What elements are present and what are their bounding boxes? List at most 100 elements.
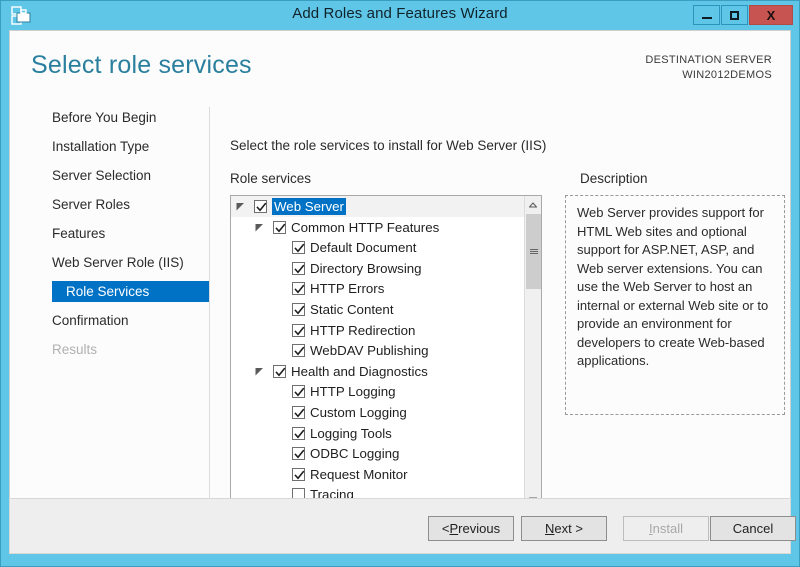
tree-viewport: Web Server Common HTTP Features Default Do… [231,196,525,508]
checkbox-checked[interactable] [292,344,305,357]
button-label: revious [458,521,500,536]
button-accelerator: P [450,521,459,536]
tree-row-label: Static Content [310,301,394,318]
client-area: Select role services DESTINATION SERVER … [9,30,791,554]
scroll-grip-icon [530,248,538,255]
tree-row-label: Health and Diagnostics [291,363,428,380]
destination-label: DESTINATION SERVER [645,53,772,68]
tree-row[interactable]: Directory Browsing [231,258,525,279]
sidebar-item-label: Results [52,342,97,357]
destination-server-name: WIN2012DEMOS [645,68,772,83]
minimize-button[interactable] [693,5,720,25]
sidebar-item-web-server-role-iis[interactable]: Web Server Role (IIS) [52,252,184,273]
main-pane: Select the role services to install for … [222,107,790,527]
button-label: ext > [554,521,583,536]
wizard-footer: < Previous Next > Install Cancel [9,498,791,554]
previous-button[interactable]: < Previous [428,516,514,541]
tree-vertical-scrollbar[interactable] [524,196,541,508]
sidebar-item-label: Confirmation [52,313,129,328]
checkbox-checked[interactable] [292,262,305,275]
cancel-button[interactable]: Cancel [710,516,796,541]
tree-row[interactable]: HTTP Errors [231,278,525,299]
sidebar-item-label: Features [52,226,105,241]
checkbox-checked[interactable] [292,406,305,419]
scroll-up-icon[interactable] [525,196,541,213]
checkbox-checked[interactable] [292,303,305,316]
tree-row[interactable]: Request Monitor [231,464,525,485]
tree-row[interactable]: ODBC Logging [231,443,525,464]
sidebar-item-before-you-begin[interactable]: Before You Begin [52,107,156,128]
description-text: Web Server provides support for HTML Web… [577,204,774,371]
button-label-pre: < [442,521,450,536]
tree-row[interactable]: Common HTTP Features [231,217,525,238]
sidebar-item-features[interactable]: Features [52,223,105,244]
tree-row[interactable]: Static Content [231,299,525,320]
tree-row[interactable]: Web Server [231,196,525,217]
sidebar-item-label: Before You Begin [52,110,156,125]
sidebar-item-label: Installation Type [52,139,149,154]
role-services-tree[interactable]: Web Server Common HTTP Features Default Do… [230,195,542,526]
maximize-button[interactable] [721,5,748,25]
tree-row-label: HTTP Logging [310,383,396,400]
tree-row[interactable]: Logging Tools [231,423,525,444]
sidebar-item-label: Server Roles [52,197,130,212]
tree-row-label: Web Server [272,198,346,215]
sidebar-item-results: Results [52,339,97,360]
instruction-text: Select the role services to install for … [230,138,546,153]
page-title: Select role services [31,51,252,80]
checkbox-checked[interactable] [292,241,305,254]
wizard-steps-nav: Before You Begin Installation Type Server … [10,107,210,527]
sidebar-item-label: Web Server Role (IIS) [52,255,184,270]
tree-row[interactable]: HTTP Redirection [231,320,525,341]
role-services-label: Role services [230,171,311,186]
tree-row-label: Logging Tools [310,425,392,442]
chevron-down-icon[interactable] [255,223,264,232]
sidebar-item-server-roles[interactable]: Server Roles [52,194,130,215]
sidebar-item-label: Role Services [66,284,149,299]
minimize-icon [702,17,712,19]
button-label: Cancel [733,521,773,536]
description-panel: Web Server provides support for HTML Web… [565,195,785,415]
tree-row-label: Request Monitor [310,466,408,483]
tree-row[interactable]: Default Document [231,237,525,258]
next-button[interactable]: Next > [521,516,607,541]
tree-row-label: Common HTTP Features [291,219,439,236]
tree-row-label: HTTP Errors [310,280,384,297]
tree-row[interactable]: HTTP Logging [231,381,525,402]
title-bar[interactable]: Add Roles and Features Wizard X [1,1,799,30]
window-bottom-strip [1,554,799,566]
tree-row-label: WebDAV Publishing [310,342,429,359]
sidebar-item-role-services[interactable]: Role Services [52,281,209,302]
tree-row-label: HTTP Redirection [310,322,415,339]
vertical-scroll-thumb[interactable] [526,214,541,289]
checkbox-checked[interactable] [292,282,305,295]
checkbox-checked[interactable] [273,365,286,378]
sidebar-item-installation-type[interactable]: Installation Type [52,136,149,157]
checkbox-checked[interactable] [292,385,305,398]
close-button[interactable]: X [749,5,793,25]
checkbox-checked[interactable] [254,200,267,213]
sidebar-item-server-selection[interactable]: Server Selection [52,165,151,186]
window-title: Add Roles and Features Wizard [1,5,799,22]
tree-row[interactable]: WebDAV Publishing [231,340,525,361]
tree-row[interactable]: Health and Diagnostics [231,361,525,382]
checkbox-checked[interactable] [292,324,305,337]
wizard-window: Add Roles and Features Wizard X Select r… [0,0,800,567]
tree-row-label: Default Document [310,239,416,256]
chevron-down-icon[interactable] [236,202,245,211]
sidebar-item-confirmation[interactable]: Confirmation [52,310,129,331]
maximize-icon [730,11,739,20]
checkbox-checked[interactable] [292,468,305,481]
sidebar-item-label: Server Selection [52,168,151,183]
tree-row-label: Custom Logging [310,404,407,421]
tree-row[interactable]: Custom Logging [231,402,525,423]
tree-row-label: Directory Browsing [310,260,422,277]
checkbox-checked[interactable] [273,221,286,234]
checkbox-checked[interactable] [292,427,305,440]
checkbox-checked[interactable] [292,447,305,460]
destination-server-block: DESTINATION SERVER WIN2012DEMOS [645,53,772,83]
sidebar-divider [209,107,210,521]
chevron-down-icon[interactable] [255,367,264,376]
button-accelerator: N [545,521,554,536]
description-label: Description [580,171,648,186]
